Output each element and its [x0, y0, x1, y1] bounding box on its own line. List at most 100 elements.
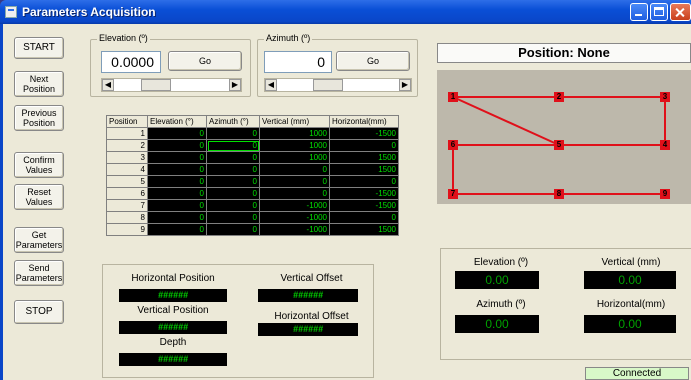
value-cell[interactable]: -1500 [329, 187, 399, 200]
vertical-readout-label: Vertical (mm) [601, 257, 661, 268]
value-cell[interactable]: 1500 [329, 163, 399, 176]
value-cell[interactable]: 0 [206, 151, 260, 164]
start-button[interactable]: START [14, 37, 64, 59]
position-map: 1 2 3 4 5 6 7 8 9 [437, 70, 691, 204]
value-cell[interactable]: 0 [206, 163, 260, 176]
app-icon [5, 6, 17, 18]
value-cell[interactable]: 0 [329, 211, 399, 224]
close-button[interactable] [670, 3, 691, 21]
table-row[interactable]: 1 0 0 1000 -1500 [106, 127, 399, 140]
value-cell[interactable]: 0 [329, 175, 399, 188]
table-header-row: Position Elevation (°) Azimuth (°) Verti… [106, 115, 399, 128]
connection-status: Connected [585, 367, 689, 380]
value-cell[interactable]: 0 [259, 175, 330, 188]
value-cell[interactable]: 1000 [259, 139, 330, 152]
get-parameters-button[interactable]: Get Parameters [14, 227, 64, 253]
table-row[interactable]: 3 0 0 1000 1500 [106, 151, 399, 164]
value-cell[interactable]: 1000 [259, 151, 330, 164]
horizontal-offset-value: ###### [258, 323, 358, 336]
value-cell[interactable]: 0 [147, 127, 207, 140]
previous-position-button[interactable]: Previous Position [14, 105, 64, 131]
confirm-values-button[interactable]: Confirm Values [14, 152, 64, 178]
position-cell: 3 [106, 151, 148, 164]
map-node-4[interactable]: 4 [660, 140, 670, 150]
table-row[interactable]: 7 0 0 -1000 -1500 [106, 199, 399, 212]
table-row[interactable]: 4 0 0 0 1500 [106, 163, 399, 176]
stop-button[interactable]: STOP [14, 300, 64, 324]
value-cell[interactable]: 0 [329, 139, 399, 152]
value-cell[interactable]: 1000 [259, 127, 330, 140]
value-cell[interactable]: -1000 [259, 199, 330, 212]
azimuth-input[interactable]: 0 [264, 51, 332, 73]
title-bar[interactable]: Parameters Acquisition [0, 0, 691, 24]
value-cell[interactable]: -1000 [259, 211, 330, 224]
table-row[interactable]: 9 0 0 -1000 1500 [106, 223, 399, 236]
value-cell[interactable]: 0 [147, 151, 207, 164]
table-row[interactable]: 2 0 0 1000 0 [106, 139, 399, 152]
window-title: Parameters Acquisition [22, 5, 156, 19]
value-cell[interactable]: -1000 [259, 223, 330, 236]
azimuth-slider-thumb[interactable] [313, 79, 343, 91]
azimuth-go-button[interactable]: Go [336, 51, 410, 71]
elevation-slider[interactable]: ◀ ▶ [101, 78, 242, 92]
table-row[interactable]: 50000 [106, 175, 399, 188]
scroll-left-icon[interactable]: ◀ [102, 79, 114, 91]
value-cell[interactable]: 0 [147, 211, 207, 224]
elevation-slider-thumb[interactable] [141, 79, 171, 91]
value-cell[interactable]: 0 [147, 187, 207, 200]
value-cell[interactable]: 0 [206, 175, 260, 188]
depth-label: Depth [159, 337, 187, 348]
value-cell[interactable]: 1500 [329, 223, 399, 236]
map-node-9[interactable]: 9 [660, 189, 670, 199]
next-position-button[interactable]: Next Position [14, 71, 64, 97]
value-cell[interactable]: -1500 [329, 199, 399, 212]
azimuth-group-label: Azimuth (º) [264, 33, 313, 43]
map-node-1[interactable]: 1 [448, 92, 458, 102]
position-cell: 9 [106, 223, 148, 236]
column-header: Horizontal(mm) [329, 115, 399, 128]
column-header: Vertical (mm) [259, 115, 330, 128]
value-cell[interactable]: 0 [147, 139, 207, 152]
scroll-left-icon[interactable]: ◀ [265, 79, 277, 91]
value-cell[interactable]: -1500 [329, 127, 399, 140]
elevation-group-label: Elevation (º) [97, 33, 150, 43]
scroll-right-icon[interactable]: ▶ [229, 79, 241, 91]
value-cell[interactable]: 0 [147, 175, 207, 188]
value-cell[interactable]: 0 [259, 163, 330, 176]
elevation-go-button[interactable]: Go [168, 51, 242, 71]
value-cell[interactable]: 0 [147, 199, 207, 212]
map-node-3[interactable]: 3 [660, 92, 670, 102]
position-cell: 4 [106, 163, 148, 176]
value-cell[interactable]: 0 [206, 139, 260, 152]
map-node-6[interactable]: 6 [448, 140, 458, 150]
azimuth-group: Azimuth (º) 0 Go ◀ ▶ [257, 33, 418, 97]
value-cell[interactable]: 1500 [329, 151, 399, 164]
map-node-8[interactable]: 8 [554, 189, 564, 199]
value-cell[interactable]: 0 [206, 199, 260, 212]
value-cell[interactable]: 0 [147, 223, 207, 236]
map-node-7[interactable]: 7 [448, 189, 458, 199]
positions-table[interactable]: Position Elevation (°) Azimuth (°) Verti… [106, 115, 399, 236]
column-header: Azimuth (°) [206, 115, 260, 128]
table-row[interactable]: 6 0 0 0 -1500 [106, 187, 399, 200]
vertical-offset-label: Vertical Offset [280, 273, 343, 284]
value-cell[interactable]: 0 [259, 187, 330, 200]
value-cell[interactable]: 0 [206, 187, 260, 200]
minimize-button[interactable] [630, 3, 648, 21]
reset-values-button[interactable]: Reset Values [14, 184, 64, 210]
elevation-input[interactable]: 0.0000 [101, 51, 161, 73]
table-row[interactable]: 8 0 0 -1000 0 [106, 211, 399, 224]
value-cell[interactable]: 0 [206, 211, 260, 224]
map-node-5[interactable]: 5 [554, 140, 564, 150]
offset-panel: Horizontal Position ###### Vertical Posi… [102, 264, 374, 378]
value-cell[interactable]: 0 [206, 223, 260, 236]
azimuth-readout-value: 0.00 [455, 315, 539, 333]
value-cell[interactable]: 0 [206, 127, 260, 140]
value-cell[interactable]: 0 [147, 163, 207, 176]
maximize-button[interactable] [650, 3, 668, 21]
azimuth-slider[interactable]: ◀ ▶ [264, 78, 412, 92]
map-node-2[interactable]: 2 [554, 92, 564, 102]
horizontal-offset-label: Horizontal Offset [274, 311, 349, 322]
scroll-right-icon[interactable]: ▶ [399, 79, 411, 91]
send-parameters-button[interactable]: Send Parameters [14, 260, 64, 286]
